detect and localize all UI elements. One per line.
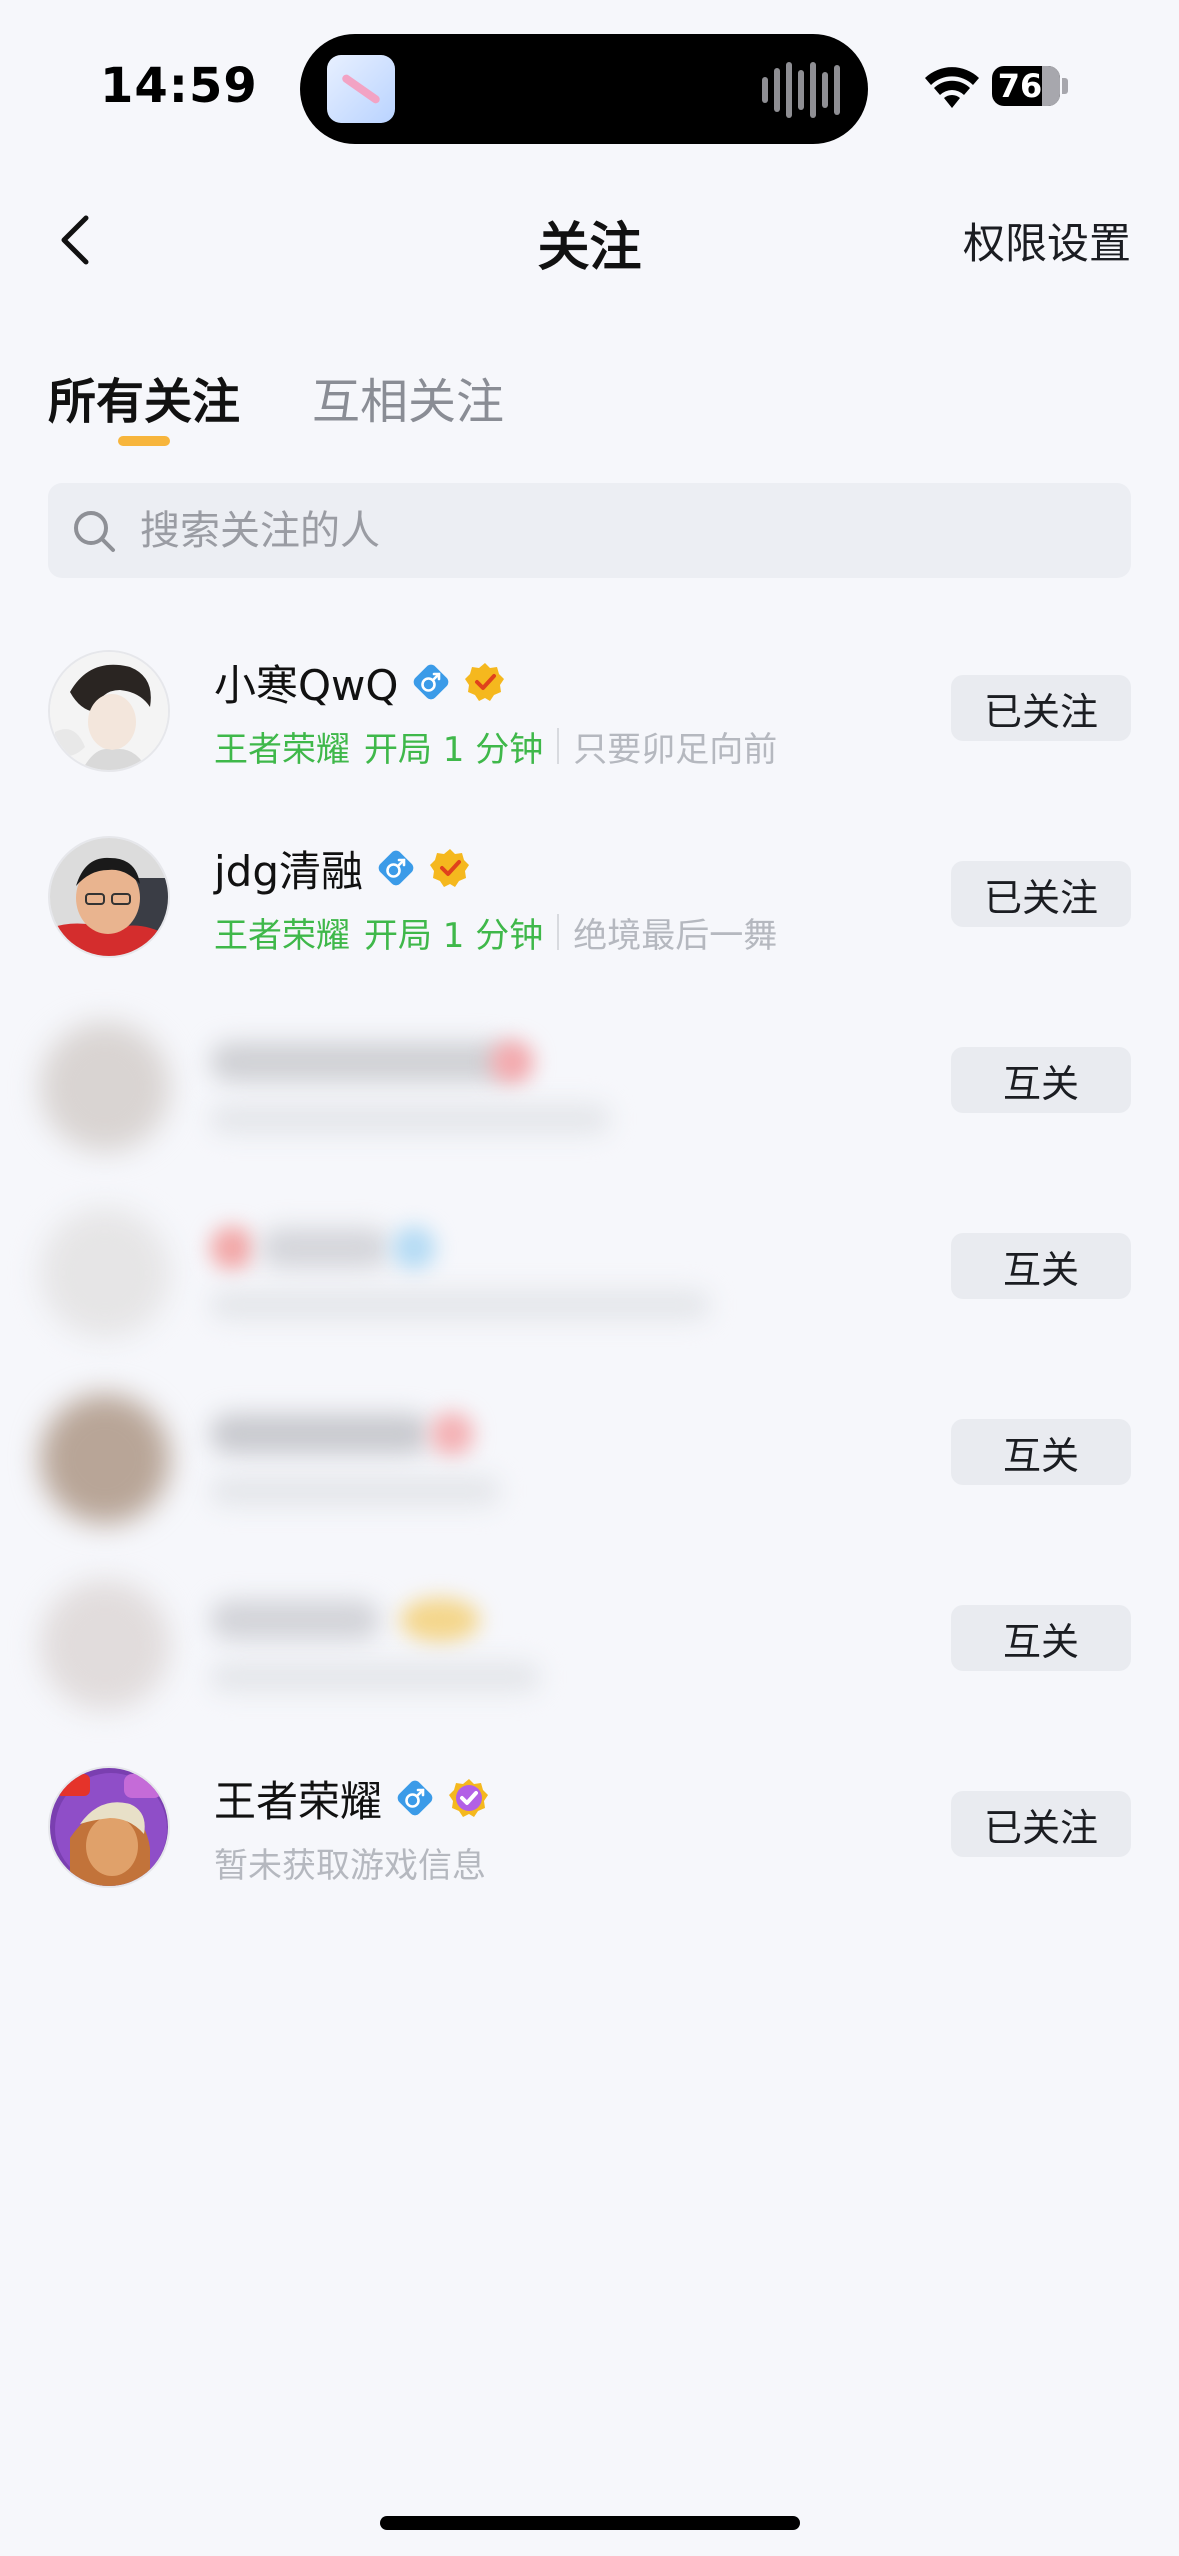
blurred-badge-icon: [430, 1412, 474, 1456]
avatar[interactable]: [40, 1580, 170, 1710]
blurred-info: [210, 1662, 540, 1692]
island-app-icon: [327, 55, 395, 123]
mutual-button[interactable]: 互关: [951, 1233, 1131, 1299]
blurred-info: [210, 1290, 710, 1320]
male-gender-icon: [414, 664, 449, 700]
verified-badge-icon: [430, 849, 469, 887]
blurred-badge-icon: [400, 1598, 480, 1642]
list-item[interactable]: 小寒QwQ 王者荣耀 开局 1 分钟 只要卯足向前 已关注: [0, 620, 1179, 806]
status-time: 14:59: [100, 58, 258, 114]
game-info-unavailable: 暂未获取游戏信息: [214, 1845, 486, 1886]
game-status: 开局 1 分钟: [364, 915, 544, 956]
home-indicator[interactable]: [380, 2516, 800, 2530]
list-item[interactable]: 互关: [0, 1364, 1179, 1550]
blurred-name: [210, 1600, 380, 1640]
list-item[interactable]: jdg清融 王者荣耀 开局 1 分钟 绝境最后一舞 已关注: [0, 806, 1179, 992]
battery-percent: 76: [997, 67, 1043, 105]
followed-button[interactable]: 已关注: [951, 861, 1131, 927]
blurred-badge-icon: [210, 1226, 254, 1270]
divider: [557, 728, 560, 764]
list-item[interactable]: 互关: [0, 992, 1179, 1178]
search-icon: [74, 511, 115, 552]
permission-settings-link[interactable]: 权限设置: [963, 210, 1131, 271]
mutual-button[interactable]: 互关: [951, 1605, 1131, 1671]
user-signature: 只要卯足向前: [573, 729, 778, 770]
user-name: jdg清融: [214, 846, 363, 896]
user-name: 王者荣耀: [214, 1776, 383, 1826]
search-input[interactable]: [140, 483, 1100, 578]
status-bar: 14:59 76: [0, 0, 1179, 160]
blurred-badge-icon: [490, 1040, 534, 1084]
tab-active-indicator: [118, 436, 170, 446]
avatar[interactable]: [40, 1022, 170, 1152]
avatar[interactable]: [48, 650, 170, 772]
blurred-name: [210, 1042, 510, 1082]
dynamic-island[interactable]: [300, 34, 868, 144]
official-verified-badge-icon: [449, 1779, 489, 1817]
list-item[interactable]: 互关: [0, 1550, 1179, 1736]
blurred-info: [210, 1104, 610, 1134]
user-signature: 绝境最后一舞: [573, 915, 778, 956]
game-name: 王者荣耀: [214, 729, 350, 770]
game-status: 开局 1 分钟: [364, 729, 544, 770]
blurred-name: [210, 1414, 430, 1454]
avatar[interactable]: [40, 1394, 170, 1524]
blurred-name: [260, 1228, 390, 1268]
mutual-button[interactable]: 互关: [951, 1047, 1131, 1113]
male-gender-icon: [397, 1780, 433, 1816]
avatar[interactable]: [48, 836, 170, 958]
tab-mutual-follows[interactable]: 互相关注: [312, 362, 504, 432]
divider: [557, 914, 560, 950]
male-gender-icon: [378, 850, 414, 886]
list-item[interactable]: 王者荣耀 暂未获取游戏信息 已关注: [0, 1736, 1179, 1922]
wifi-icon: [925, 67, 979, 108]
game-name: 王者荣耀: [214, 915, 350, 956]
list-item[interactable]: 互关: [0, 1178, 1179, 1364]
search-bar[interactable]: [48, 483, 1131, 578]
audio-wave-icon: [762, 60, 840, 120]
verified-badge-icon: [465, 663, 505, 701]
battery-tip: [1062, 78, 1068, 94]
tab-all-follows[interactable]: 所有关注: [48, 362, 240, 432]
battery-icon: 76: [992, 66, 1060, 106]
user-name: 小寒QwQ: [214, 660, 399, 710]
mutual-button[interactable]: 互关: [951, 1419, 1131, 1485]
followed-button[interactable]: 已关注: [951, 1791, 1131, 1857]
blurred-info: [210, 1476, 500, 1506]
blurred-badge-icon: [392, 1226, 436, 1270]
avatar[interactable]: [40, 1208, 170, 1338]
followed-button[interactable]: 已关注: [951, 675, 1131, 741]
avatar[interactable]: [48, 1766, 170, 1888]
